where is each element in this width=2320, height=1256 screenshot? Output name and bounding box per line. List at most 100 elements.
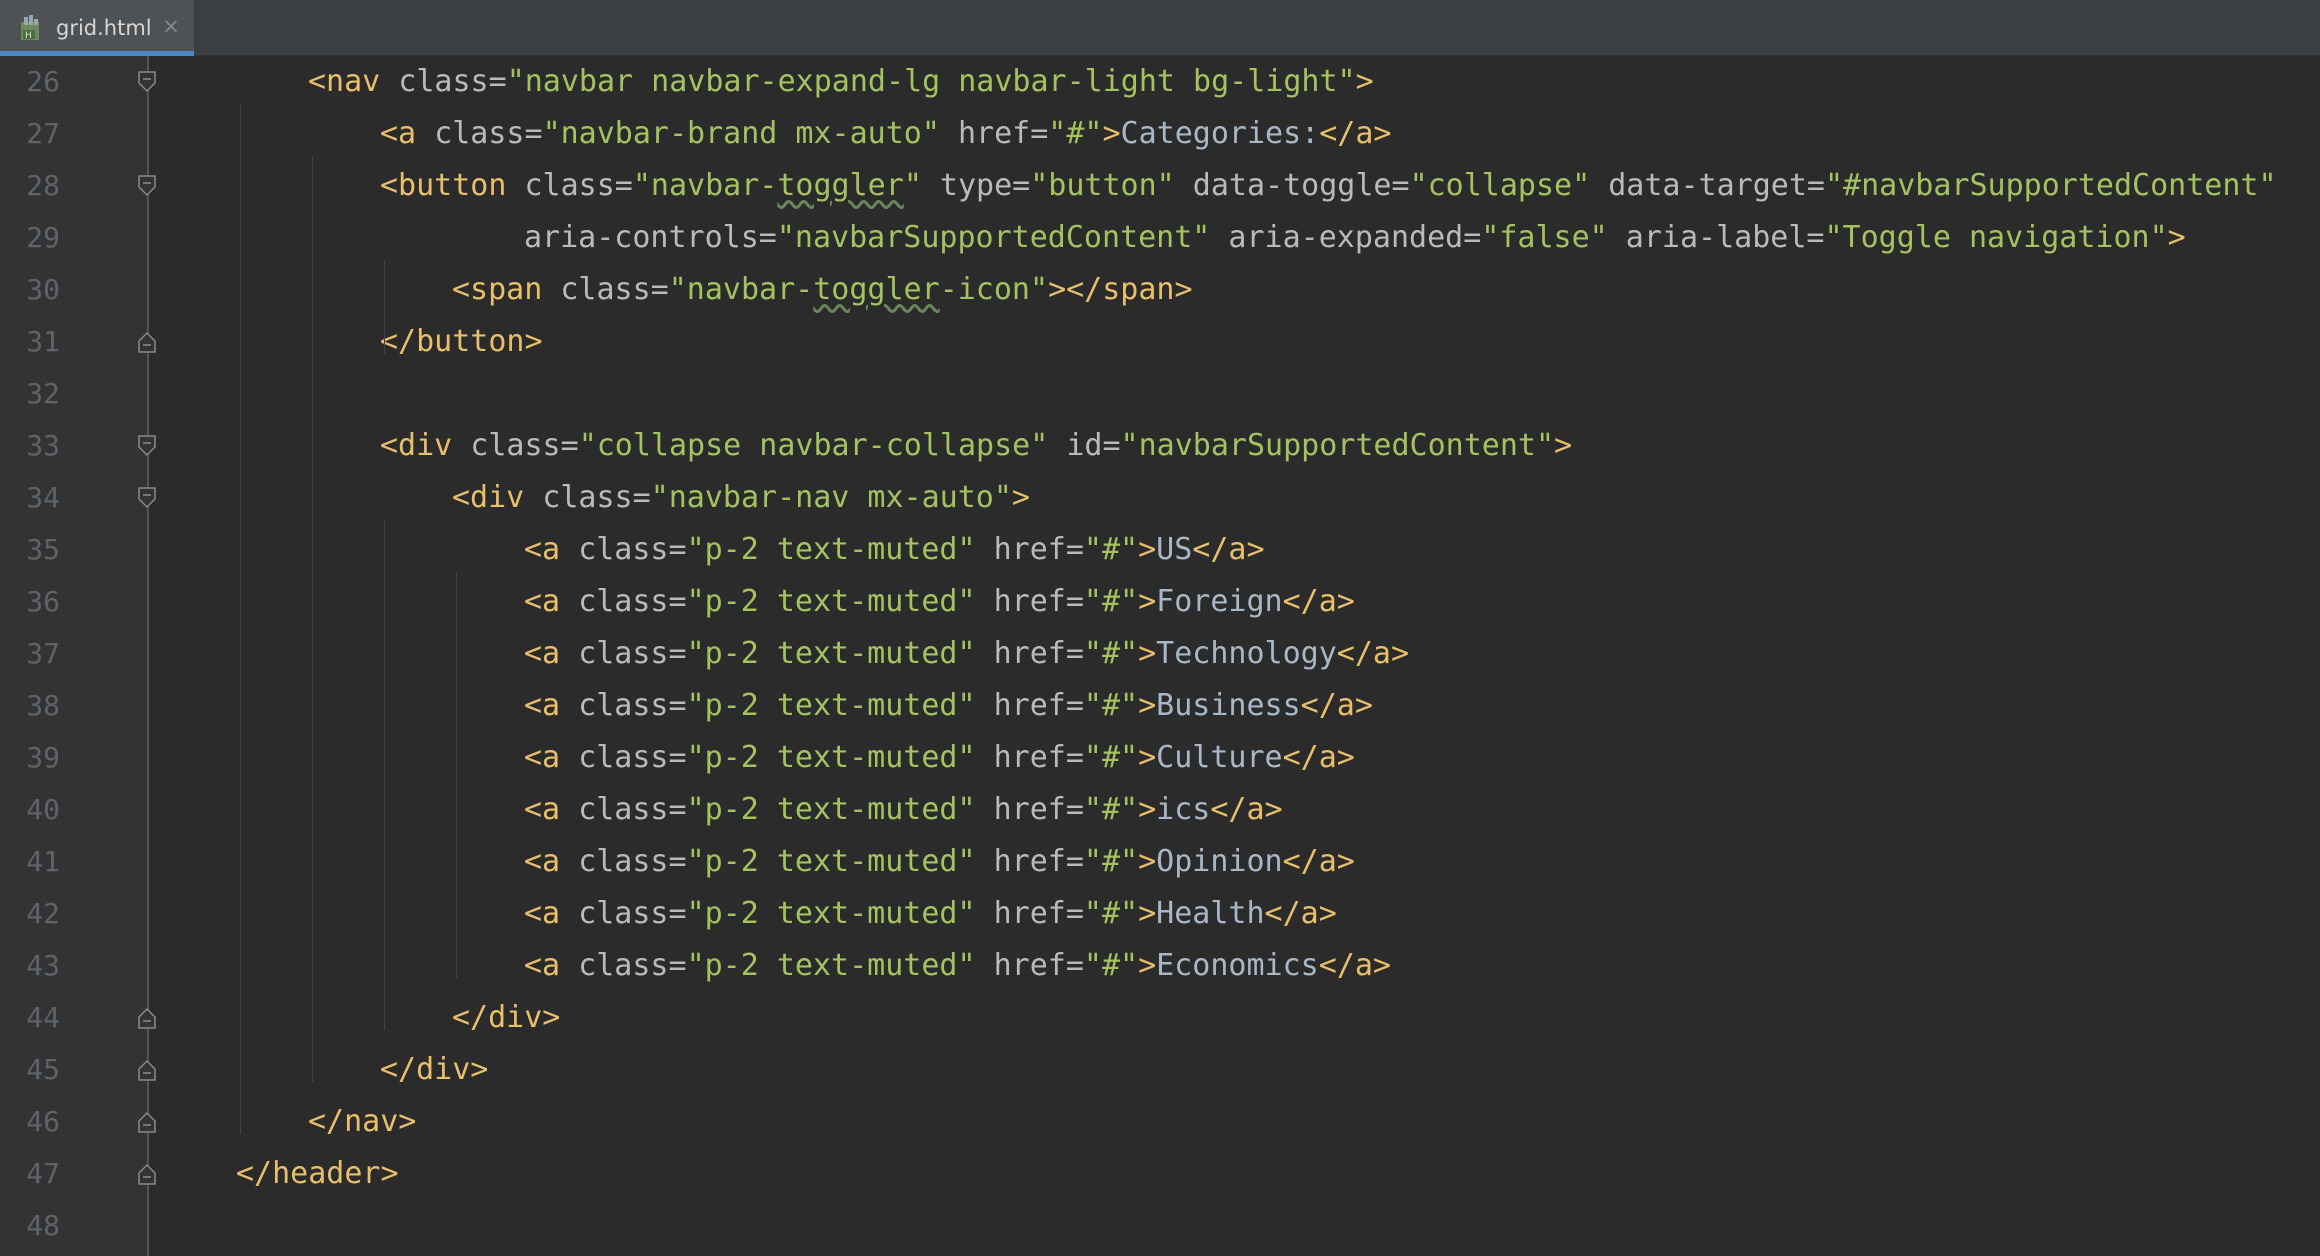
code-token: "navbar- bbox=[632, 168, 778, 203]
code-token: "p-2 text-muted" bbox=[686, 948, 976, 983]
code-line[interactable]: 47 </header> bbox=[26, 1148, 2320, 1200]
line-number: 48 bbox=[26, 1209, 60, 1242]
indent-guide bbox=[312, 156, 313, 1082]
line-number: 26 bbox=[26, 65, 60, 98]
code-token: > bbox=[1355, 64, 1374, 99]
line-number: 41 bbox=[26, 845, 60, 878]
code-line[interactable]: 33 <div class="collapse navbar-collapse" … bbox=[26, 420, 2320, 472]
code-editor[interactable]: 26 <nav class="navbar navbar-expand-lg na… bbox=[0, 56, 2320, 1256]
code-text: <button class="navbar-toggler" type="but… bbox=[380, 170, 2277, 202]
code-token: <a bbox=[524, 792, 579, 827]
tab-grid-html[interactable]: H grid.html × bbox=[0, 0, 194, 56]
code-line[interactable]: 28 <button class="navbar-toggler" type="b… bbox=[26, 160, 2320, 212]
code-token: href= bbox=[975, 740, 1084, 775]
line-number: 34 bbox=[26, 481, 60, 514]
code-line[interactable]: 37 <a class="p-2 text-muted" href="#">Tec… bbox=[26, 628, 2320, 680]
code-line[interactable]: 27 <a class="navbar-brand mx-auto" href="… bbox=[26, 108, 2320, 160]
code-token: class= bbox=[398, 64, 507, 99]
code-line[interactable]: 31 </button> bbox=[26, 316, 2320, 368]
code-token: Categories: bbox=[1120, 116, 1320, 151]
ide-window: H grid.html × 26 <nav class="navbar navba… bbox=[0, 0, 2320, 1256]
close-icon[interactable]: × bbox=[160, 15, 182, 37]
indent-guide bbox=[456, 572, 457, 978]
code-token: </nav> bbox=[308, 1104, 417, 1139]
code-token: href= bbox=[975, 636, 1084, 671]
code-text: <a class="p-2 text-muted" href="#">Forei… bbox=[524, 586, 1355, 618]
code-token: <span bbox=[452, 272, 561, 307]
code-text: </nav> bbox=[308, 1106, 416, 1138]
code-token: <a bbox=[524, 636, 579, 671]
code-line[interactable]: 29 aria-controls="navbarSupportedContent"… bbox=[26, 212, 2320, 264]
line-number: 40 bbox=[26, 793, 60, 826]
code-token: > bbox=[1138, 792, 1157, 827]
code-token: > bbox=[1138, 688, 1157, 723]
line-number: 42 bbox=[26, 897, 60, 930]
line-number: 47 bbox=[26, 1157, 60, 1190]
code-text: <a class="p-2 text-muted" href="#">Busin… bbox=[524, 690, 1373, 722]
code-line[interactable]: 48 bbox=[26, 1200, 2320, 1252]
code-line[interactable]: 46 </nav> bbox=[26, 1096, 2320, 1148]
fold-end-icon[interactable] bbox=[136, 1058, 158, 1082]
code-token: > bbox=[1011, 480, 1030, 515]
code-token: class= bbox=[578, 844, 687, 879]
fold-end-icon[interactable] bbox=[136, 1006, 158, 1030]
code-token: </a> bbox=[1300, 688, 1373, 723]
code-token: "#" bbox=[1083, 792, 1139, 827]
code-line[interactable]: 32 bbox=[26, 368, 2320, 420]
code-token: </button> bbox=[380, 324, 543, 359]
code-token: toggler bbox=[777, 168, 904, 203]
code-text: <a class="p-2 text-muted" href="#">Opini… bbox=[524, 846, 1355, 878]
fold-collapse-icon[interactable] bbox=[136, 70, 158, 94]
code-token: "#" bbox=[1083, 688, 1139, 723]
code-token: class= bbox=[578, 896, 687, 931]
code-line[interactable]: 39 <a class="p-2 text-muted" href="#">Cul… bbox=[26, 732, 2320, 784]
code-line[interactable]: 35 <a class="p-2 text-muted" href="#">US<… bbox=[26, 524, 2320, 576]
code-token: "button" bbox=[1030, 168, 1175, 203]
code-token: <a bbox=[524, 896, 579, 931]
code-text: </button> bbox=[380, 326, 543, 358]
code-line[interactable]: 26 <nav class="navbar navbar-expand-lg na… bbox=[26, 56, 2320, 108]
code-text: <a class="p-2 text-muted" href="#">Cultu… bbox=[524, 742, 1355, 774]
code-text: </header> bbox=[236, 1158, 399, 1190]
code-line[interactable]: 45 </div> bbox=[26, 1044, 2320, 1096]
fold-end-icon[interactable] bbox=[136, 1162, 158, 1186]
code-line[interactable]: 42 <a class="p-2 text-muted" href="#">Hea… bbox=[26, 888, 2320, 940]
fold-collapse-icon[interactable] bbox=[136, 174, 158, 198]
code-text: aria-controls="navbarSupportedContent" a… bbox=[524, 222, 2186, 254]
code-text: </div> bbox=[380, 1054, 488, 1086]
code-token: "p-2 text-muted" bbox=[686, 792, 976, 827]
line-number: 46 bbox=[26, 1105, 60, 1138]
code-line[interactable]: 36 <a class="p-2 text-muted" href="#">For… bbox=[26, 576, 2320, 628]
code-token: > bbox=[1138, 948, 1157, 983]
line-number: 28 bbox=[26, 169, 60, 202]
code-token: <div bbox=[452, 480, 543, 515]
line-number: 30 bbox=[26, 273, 60, 306]
code-token: "#" bbox=[1083, 896, 1139, 931]
code-line[interactable]: 34 <div class="navbar-nav mx-auto"> bbox=[26, 472, 2320, 524]
code-line[interactable]: 30 <span class="navbar-toggler-icon"></sp… bbox=[26, 264, 2320, 316]
code-token: "navbar-brand mx-auto" bbox=[542, 116, 940, 151]
fold-end-icon[interactable] bbox=[136, 330, 158, 354]
fold-collapse-icon[interactable] bbox=[136, 486, 158, 510]
fold-end-icon[interactable] bbox=[136, 1110, 158, 1134]
code-token: "p-2 text-muted" bbox=[686, 584, 976, 619]
line-number: 33 bbox=[26, 429, 60, 462]
code-line[interactable]: 41 <a class="p-2 text-muted" href="#">Opi… bbox=[26, 836, 2320, 888]
code-line[interactable]: 38 <a class="p-2 text-muted" href="#">Bus… bbox=[26, 680, 2320, 732]
code-token: class= bbox=[578, 792, 687, 827]
code-token: <a bbox=[524, 740, 579, 775]
code-area[interactable]: 26 <nav class="navbar navbar-expand-lg na… bbox=[26, 56, 2320, 1256]
code-token: "#" bbox=[1083, 584, 1139, 619]
line-number: 45 bbox=[26, 1053, 60, 1086]
code-line[interactable]: 40 <a class="p-2 text-muted" href="#">ics… bbox=[26, 784, 2320, 836]
code-line[interactable]: 43 <a class="p-2 text-muted" href="#">Eco… bbox=[26, 940, 2320, 992]
fold-collapse-icon[interactable] bbox=[136, 434, 158, 458]
code-line[interactable]: 44 </div> bbox=[26, 992, 2320, 1044]
code-token: <nav bbox=[308, 64, 399, 99]
code-token: href= bbox=[939, 116, 1049, 151]
code-token: "p-2 text-muted" bbox=[686, 740, 976, 775]
code-token: </a> bbox=[1336, 636, 1410, 671]
code-text: <div class="collapse navbar-collapse" id… bbox=[380, 430, 1572, 462]
code-token: > bbox=[1102, 116, 1121, 151]
code-text: <a class="p-2 text-muted" href="#">Econo… bbox=[524, 950, 1391, 982]
